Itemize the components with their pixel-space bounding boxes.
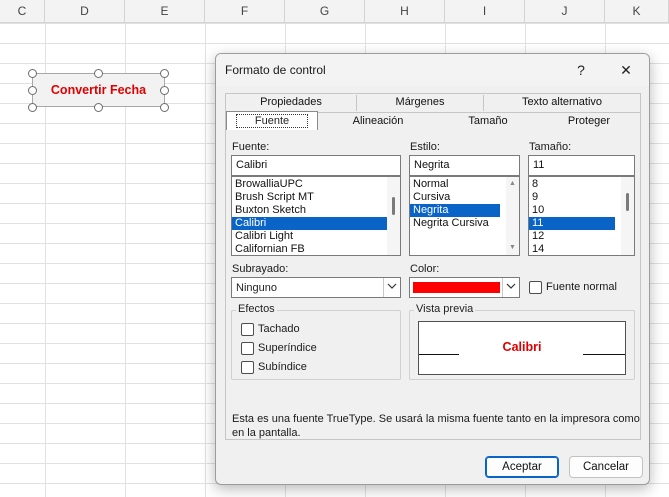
strikethrough-checkbox[interactable] — [241, 323, 254, 336]
font-list-scrollbar[interactable] — [387, 177, 400, 255]
normal-font-label: Fuente normal — [546, 281, 617, 293]
scroll-up-arrow-icon[interactable]: ▲ — [506, 178, 519, 190]
color-label: Color: — [410, 263, 440, 275]
tab-tamano[interactable]: Tamaño — [438, 113, 538, 130]
format-control-dialog: Formato de control ? ✕ Propiedades Márge… — [215, 53, 650, 485]
resize-handle-top-left[interactable] — [28, 69, 37, 78]
font-list[interactable]: BrowalliaUPC Brush Script MT Buxton Sket… — [231, 176, 401, 256]
tab-alineacion[interactable]: Alineación — [318, 113, 438, 130]
chevron-down-icon[interactable] — [383, 278, 400, 297]
resize-handle-left[interactable] — [28, 86, 37, 95]
column-header-c[interactable]: C — [0, 0, 45, 23]
tab-fuente-label: Fuente — [235, 114, 309, 128]
resize-handle-bottom-right[interactable] — [160, 103, 169, 112]
dialog-titlebar[interactable]: Formato de control ? ✕ — [216, 54, 649, 86]
underline-value: Ninguno — [236, 282, 277, 294]
column-header-j[interactable]: J — [525, 0, 605, 23]
subscript-label: Subíndice — [258, 361, 307, 373]
font-name-input[interactable]: Calibri — [231, 155, 401, 176]
list-item[interactable]: 9 — [529, 191, 634, 204]
superscript-label: Superíndice — [258, 342, 317, 354]
size-list[interactable]: 8 9 10 11 12 14 — [528, 176, 635, 256]
tab-propiedades[interactable]: Propiedades — [226, 94, 356, 111]
style-input[interactable]: Negrita — [409, 155, 520, 176]
column-header-h[interactable]: H — [365, 0, 445, 23]
list-item[interactable]: BrowalliaUPC — [232, 178, 400, 191]
ok-button[interactable]: Aceptar — [485, 456, 559, 478]
preview-box: Calibri — [418, 321, 626, 375]
list-item-selected[interactable]: Negrita — [410, 204, 500, 217]
column-header-d[interactable]: D — [45, 0, 125, 23]
underline-label: Subrayado: — [232, 263, 289, 275]
size-input[interactable]: 11 — [528, 155, 635, 176]
effects-title: Efectos — [236, 303, 277, 315]
convertir-fecha-button[interactable]: Convertir Fecha — [32, 73, 165, 107]
subscript-checkbox[interactable] — [241, 361, 254, 374]
resize-handle-top-right[interactable] — [160, 69, 169, 78]
tab-margenes[interactable]: Márgenes — [357, 94, 483, 111]
list-item[interactable]: Negrita Cursiva — [410, 217, 519, 230]
preview-title: Vista previa — [414, 303, 476, 315]
cancel-button[interactable]: Cancelar — [569, 456, 643, 478]
resize-handle-bottom[interactable] — [94, 103, 103, 112]
column-header-g[interactable]: G — [285, 0, 365, 23]
underline-select[interactable]: Ninguno — [231, 277, 401, 298]
color-swatch — [413, 282, 500, 293]
font-label: Fuente: — [232, 141, 270, 153]
list-item[interactable]: Brush Script MT — [232, 191, 400, 204]
preview-baseline-left — [419, 354, 459, 355]
list-item[interactable]: 8 — [529, 178, 634, 191]
resize-handle-bottom-left[interactable] — [28, 103, 37, 112]
strikethrough-label: Tachado — [258, 323, 300, 335]
resize-handle-top[interactable] — [94, 69, 103, 78]
tabs-row-1: Propiedades Márgenes Texto alternativo — [225, 93, 641, 112]
tab-fuente[interactable]: Fuente — [226, 111, 318, 130]
list-item-selected[interactable]: 11 — [529, 217, 615, 230]
style-label: Estilo: — [410, 141, 440, 153]
column-header-e[interactable]: E — [125, 0, 205, 23]
column-header-row: C D E F G H I J K — [0, 0, 669, 23]
list-item-selected[interactable]: Calibri — [232, 217, 387, 230]
superscript-checkbox[interactable] — [241, 342, 254, 355]
list-item[interactable]: Buxton Sketch — [232, 204, 400, 217]
scroll-thumb[interactable] — [626, 193, 629, 211]
tab-proteger[interactable]: Proteger — [538, 113, 640, 130]
list-item[interactable]: 14 — [529, 243, 634, 255]
list-item[interactable]: Normal — [410, 178, 519, 191]
preview-baseline-right — [583, 354, 625, 355]
normal-font-checkbox[interactable] — [529, 281, 542, 294]
color-select[interactable] — [409, 277, 520, 298]
shape-button-label: Convertir Fecha — [50, 83, 147, 97]
column-header-i[interactable]: I — [445, 0, 525, 23]
dialog-title: Formato de control — [225, 63, 326, 77]
column-header-f[interactable]: F — [205, 0, 285, 23]
column-header-k[interactable]: K — [605, 0, 669, 23]
close-icon[interactable]: ✕ — [613, 59, 639, 81]
list-item[interactable]: 10 — [529, 204, 634, 217]
list-item[interactable]: Cursiva — [410, 191, 519, 204]
size-list-scrollbar[interactable] — [621, 177, 634, 255]
help-button[interactable]: ? — [568, 59, 594, 81]
style-list[interactable]: Normal Cursiva Negrita Negrita Cursiva ▲… — [409, 176, 520, 256]
chevron-down-icon[interactable] — [502, 278, 519, 297]
preview-sample: Calibri — [502, 340, 542, 354]
size-label: Tamaño: — [529, 141, 572, 153]
list-item[interactable]: Californian FB — [232, 243, 400, 255]
font-note: Esta es una fuente TrueType. Se usará la… — [232, 413, 640, 439]
scroll-thumb[interactable] — [392, 197, 395, 215]
style-list-scrollbar[interactable]: ▲ ▼ — [506, 177, 519, 255]
tab-texto-alternativo[interactable]: Texto alternativo — [484, 94, 640, 111]
list-item[interactable]: 12 — [529, 230, 634, 243]
scroll-down-arrow-icon[interactable]: ▼ — [506, 242, 519, 254]
list-item[interactable]: Calibri Light — [232, 230, 400, 243]
resize-handle-right[interactable] — [160, 86, 169, 95]
